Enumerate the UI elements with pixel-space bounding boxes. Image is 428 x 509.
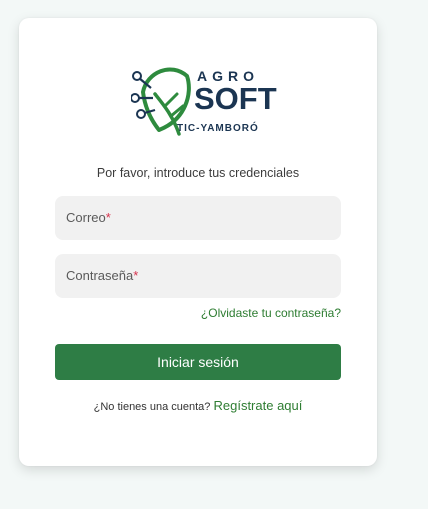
required-asterisk: * (105, 210, 111, 225)
logo-subtitle-text: TIC-YAMBORÓ (177, 123, 259, 134)
signup-link[interactable]: Regístrate aquí (213, 398, 302, 413)
password-field[interactable]: Contraseña* (55, 254, 341, 298)
email-field[interactable]: Correo* (55, 196, 341, 240)
login-card: AGRO SOFT TIC-YAMBORÓ Por favor, introdu… (19, 18, 377, 466)
signup-row: ¿No tienes una cuenta? Regístrate aquí (19, 398, 377, 413)
forgot-password-link[interactable]: ¿Olvidaste tu contraseña? (201, 306, 341, 320)
email-placeholder: Correo* (66, 210, 111, 225)
signup-prompt: ¿No tienes una cuenta? (93, 401, 211, 413)
instructions-text: Por favor, introduce tus credenciales (96, 166, 300, 180)
logo-soft-text: SOFT (194, 81, 277, 116)
agrosoft-logo: AGRO SOFT TIC-YAMBORÓ (131, 64, 277, 142)
password-placeholder: Contraseña* (66, 268, 139, 283)
required-asterisk: * (133, 268, 139, 283)
login-button[interactable]: Iniciar sesión (55, 344, 341, 380)
